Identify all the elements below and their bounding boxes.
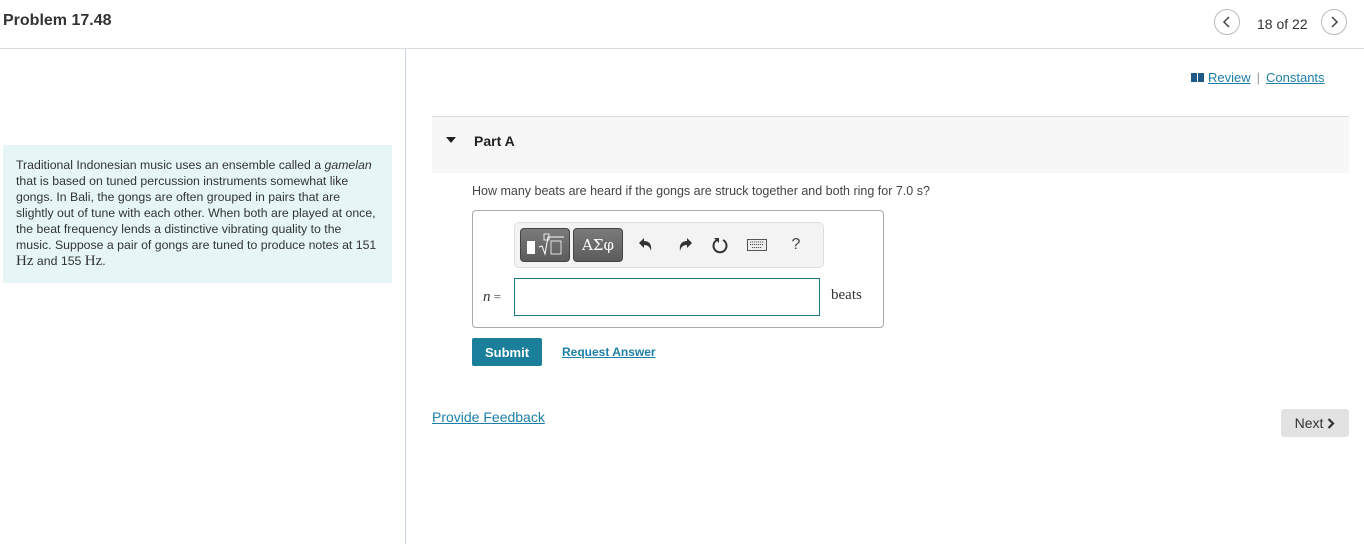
help-button[interactable]: ? <box>785 234 807 256</box>
templates-button[interactable] <box>520 228 570 262</box>
undo-icon <box>639 238 652 251</box>
keyboard-icon <box>747 239 767 251</box>
redo-icon <box>679 238 692 251</box>
next-label: Next <box>1294 415 1324 431</box>
variable-label: n = <box>483 289 501 306</box>
chevron-right-icon <box>1328 417 1335 429</box>
part-a-header[interactable]: Part A <box>432 116 1349 173</box>
provide-feedback-link[interactable]: Provide Feedback <box>432 409 545 425</box>
templates-icon <box>527 233 564 256</box>
redo-button[interactable] <box>674 234 696 256</box>
unit-hz: Hz <box>84 253 103 269</box>
equals-sign: = <box>490 289 502 304</box>
problem-statement: Traditional Indonesian music uses an ens… <box>3 145 392 283</box>
part-a-title: Part A <box>474 133 515 149</box>
unit-hz: Hz <box>16 253 34 269</box>
reset-icon <box>712 238 728 254</box>
unit-label: beats <box>831 287 862 303</box>
panel-divider <box>405 49 406 544</box>
problem-title: Problem 17.48 <box>3 12 112 29</box>
reset-button[interactable] <box>709 234 731 256</box>
resource-links: Review | Constants <box>1191 70 1325 85</box>
chevron-left-icon <box>1222 16 1230 28</box>
constants-link[interactable]: Constants <box>1266 70 1325 85</box>
problem-text-3: and 155 <box>33 254 85 268</box>
next-button[interactable]: Next <box>1281 409 1349 437</box>
top-bar: Problem 17.48 18 of 22 <box>0 0 1364 49</box>
chevron-right-icon <box>1331 16 1339 28</box>
keyboard-button[interactable] <box>746 234 768 256</box>
review-link[interactable]: Review <box>1208 70 1251 85</box>
undo-button[interactable] <box>635 234 657 256</box>
variable-name: n <box>483 289 491 305</box>
next-problem-button[interactable] <box>1321 9 1347 35</box>
problem-text-4: . <box>102 254 106 268</box>
problem-term: gamelan <box>324 158 372 172</box>
submit-button[interactable]: Submit <box>472 338 542 366</box>
math-toolbar: ΑΣφ ? <box>514 222 824 268</box>
pager-count: 18 of 22 <box>1257 16 1308 32</box>
link-separator: | <box>1256 70 1261 85</box>
problem-text-2: that is based on tuned percussion instru… <box>16 174 377 252</box>
question-text: How many beats are heard if the gongs ar… <box>472 184 930 198</box>
answer-box: ΑΣφ ? n = beats <box>472 210 884 328</box>
greek-symbols-button[interactable]: ΑΣφ <box>573 228 623 262</box>
collapse-caret-icon[interactable] <box>446 137 456 143</box>
request-answer-link[interactable]: Request Answer <box>562 345 656 359</box>
problem-text-1: Traditional Indonesian music uses an ens… <box>16 158 325 172</box>
answer-input[interactable] <box>514 278 820 316</box>
previous-problem-button[interactable] <box>1214 9 1240 35</box>
book-icon <box>1191 73 1204 82</box>
